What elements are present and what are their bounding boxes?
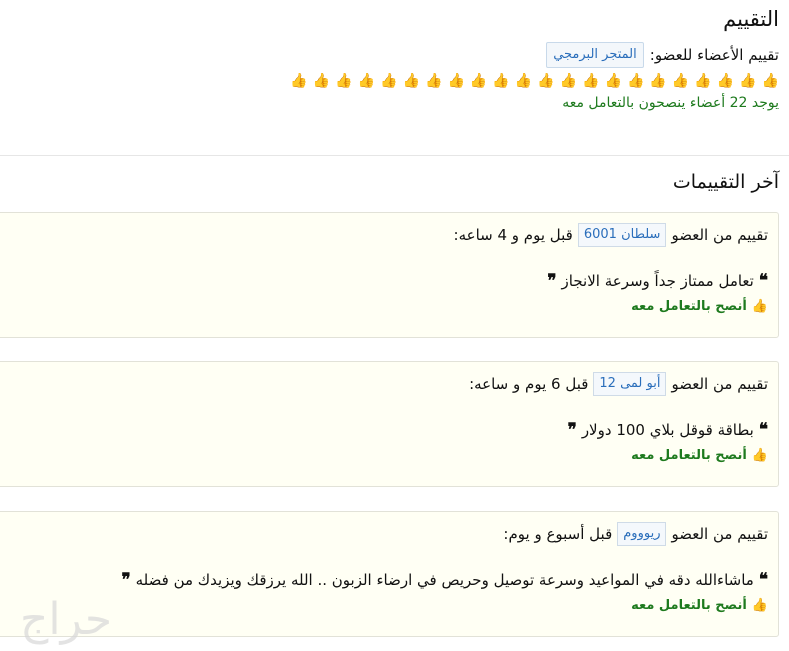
thumbs-up-icon: 👍 — [380, 73, 398, 89]
quote-open-icon: ❝ — [758, 570, 768, 590]
rating-page: التقييم تقييم الأعضاء للعضو: المتجر البر… — [0, 0, 779, 111]
thumbs-up-icon: 👍 — [671, 73, 690, 89]
thumbs-up-icon: 👍 — [447, 73, 465, 89]
thumbs-up-icon: 👍 — [716, 73, 735, 89]
recommend-badge: 👍 أنصح بالتعامل معه — [631, 598, 768, 613]
latest-reviews-title: آخر التقييمات — [672, 171, 779, 193]
review-text: تعامل ممتاز جداً وسرعة الانجاز — [561, 272, 754, 290]
review-time: قبل يوم و 4 ساعه: — [453, 226, 573, 244]
thumbs-up-icon: 👍 — [751, 598, 768, 613]
recommend-thumbs: 👍 👍 👍 👍 👍 👍 👍 👍 👍 👍 👍 👍 👍 👍 👍 👍 👍 👍 👍 👍 👍 👍 — [0, 73, 779, 89]
quote-close-icon: ❞ — [567, 420, 577, 440]
thumbs-up-icon: 👍 — [290, 73, 308, 89]
recommend-text: أنصح بالتعامل معه — [631, 598, 747, 613]
thumbs-up-icon: 👍 — [739, 73, 757, 89]
thumbs-up-icon: 👍 — [537, 73, 555, 89]
recommend-text: أنصح بالتعامل معه — [631, 448, 747, 463]
recommend-badge: 👍 أنصح بالتعامل معه — [631, 448, 768, 463]
page-title: التقييم — [723, 7, 779, 31]
thumbs-up-icon: 👍 — [751, 299, 768, 314]
member-rating-line: تقييم الأعضاء للعضو: المتجر البرمجي — [0, 42, 779, 68]
review-card: تقييم من العضو ريوووم قبل أسبوع و يوم: ❝… — [0, 511, 779, 637]
review-header: تقييم من العضو ريوووم قبل أسبوع و يوم: — [503, 522, 768, 546]
thumbs-up-icon: 👍 — [357, 73, 376, 89]
thumbs-up-icon: 👍 — [402, 73, 420, 89]
thumbs-up-icon: 👍 — [469, 73, 488, 89]
thumbs-up-icon: 👍 — [582, 73, 600, 89]
thumbs-up-icon: 👍 — [335, 73, 353, 89]
quote-close-icon: ❞ — [121, 570, 131, 590]
review-prefix: تقييم من العضو — [671, 375, 768, 393]
thumbs-up-icon: 👍 — [694, 73, 712, 89]
review-time: قبل أسبوع و يوم: — [503, 525, 613, 543]
reviewer-link[interactable]: ريوووم — [617, 522, 667, 546]
thumbs-up-icon: 👍 — [559, 73, 578, 89]
thumbs-up-icon: 👍 — [626, 73, 645, 89]
reviewer-link[interactable]: سلطان 6001 — [577, 223, 667, 247]
thumbs-up-icon: 👍 — [425, 73, 443, 89]
review-prefix: تقييم من العضو — [671, 525, 768, 543]
thumbs-up-icon: 👍 — [761, 73, 779, 89]
review-header: تقييم من العضو أبو لمى 12 قبل 6 يوم و سا… — [469, 372, 768, 396]
review-header: تقييم من العضو سلطان 6001 قبل يوم و 4 سا… — [454, 223, 768, 247]
thumbs-up-icon: 👍 — [604, 73, 622, 89]
review-text: ماشاءالله دقه في المواعيد وسرعة توصيل وح… — [135, 571, 754, 589]
review-card: تقييم من العضو أبو لمى 12 قبل 6 يوم و سا… — [0, 361, 779, 487]
review-text: بطاقة قوقل بلاي 100 دولار — [581, 421, 754, 439]
review-time: قبل 6 يوم و ساعه: — [469, 375, 589, 393]
review-quote: ❝ ماشاءالله دقه في المواعيد وسرعة توصيل … — [121, 570, 768, 590]
thumbs-up-icon: 👍 — [492, 73, 510, 89]
review-prefix: تقييم من العضو — [671, 226, 768, 244]
recommend-badge: 👍 أنصح بالتعامل معه — [631, 299, 768, 314]
thumbs-up-icon: 👍 — [751, 448, 768, 463]
recommend-count-text: يوجد 22 أعضاء ينصحون بالتعامل معه — [562, 95, 779, 111]
reviewer-link[interactable]: أبو لمى 12 — [593, 372, 667, 396]
thumbs-up-icon: 👍 — [649, 73, 667, 89]
site-watermark-logo: حراج — [20, 594, 114, 645]
divider — [0, 155, 789, 156]
review-card: تقييم من العضو سلطان 6001 قبل يوم و 4 سا… — [0, 212, 779, 338]
thumbs-up-icon: 👍 — [514, 73, 533, 89]
review-quote: ❝ تعامل ممتاز جداً وسرعة الانجاز ❞ — [547, 271, 768, 291]
recommend-text: أنصح بالتعامل معه — [631, 299, 747, 314]
review-quote: ❝ بطاقة قوقل بلاي 100 دولار ❞ — [568, 420, 768, 440]
member-rating-label: تقييم الأعضاء للعضو: — [649, 46, 779, 64]
member-name-link[interactable]: المتجر البرمجي — [546, 42, 644, 68]
thumbs-up-icon: 👍 — [312, 73, 331, 89]
quote-close-icon: ❞ — [547, 271, 557, 291]
quote-open-icon: ❝ — [758, 420, 768, 440]
quote-open-icon: ❝ — [758, 271, 768, 291]
